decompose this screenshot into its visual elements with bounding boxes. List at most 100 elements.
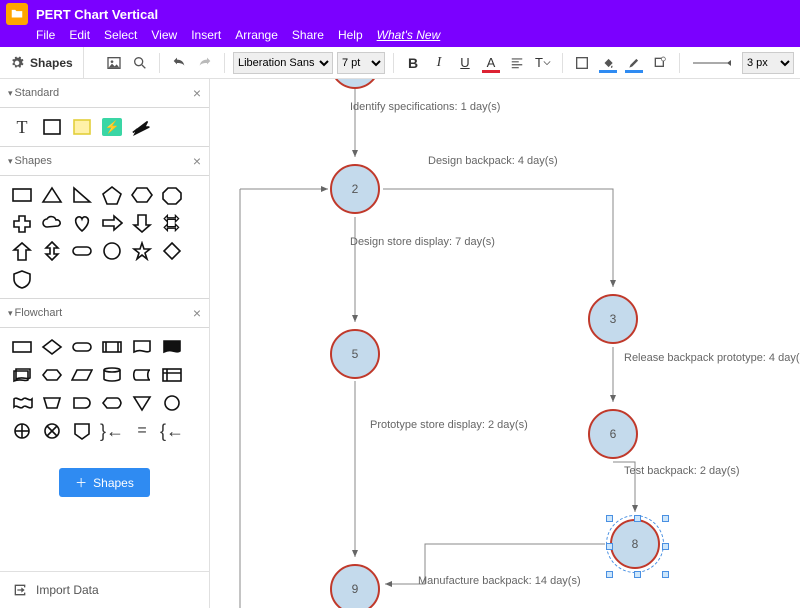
fill-color-button[interactable]: [597, 52, 619, 74]
pert-node-2[interactable]: 2: [330, 164, 380, 214]
selection-handle[interactable]: [662, 543, 669, 550]
shape-octagon[interactable]: [160, 184, 184, 206]
fc-display[interactable]: [100, 392, 124, 414]
pert-node-3[interactable]: 3: [588, 294, 638, 344]
selection-handle[interactable]: [634, 515, 641, 522]
selection-handle[interactable]: [606, 515, 613, 522]
selection-handle[interactable]: [606, 543, 613, 550]
shape-shield[interactable]: [10, 268, 34, 290]
close-icon[interactable]: ×: [193, 85, 201, 101]
menu-what-s-new[interactable]: What's New: [377, 28, 441, 42]
fc-process[interactable]: [10, 336, 34, 358]
font-size-select[interactable]: 7 pt: [337, 52, 385, 74]
menu-arrange[interactable]: Arrange: [235, 28, 278, 42]
more-text-button[interactable]: T: [532, 52, 554, 74]
undo-button[interactable]: [168, 52, 190, 74]
fc-offpage[interactable]: [70, 420, 94, 442]
import-data-button[interactable]: Import Data: [0, 571, 209, 608]
edge-label[interactable]: Release backpack prototype: 4 day(s): [624, 352, 800, 364]
fc-delay[interactable]: [70, 392, 94, 414]
shape-right-triangle[interactable]: [70, 184, 94, 206]
pert-node-8[interactable]: 8: [610, 519, 660, 569]
shape-rect[interactable]: [10, 184, 34, 206]
shape-cross[interactable]: [10, 212, 34, 234]
menu-help[interactable]: Help: [338, 28, 363, 42]
fc-junction[interactable]: [40, 420, 64, 442]
document-title[interactable]: PERT Chart Vertical: [36, 7, 158, 22]
shape-cloud[interactable]: [40, 212, 64, 234]
fc-predefined[interactable]: [100, 336, 124, 358]
shape-heart[interactable]: [70, 212, 94, 234]
fc-tape[interactable]: [10, 392, 34, 414]
selection-handle[interactable]: [606, 571, 613, 578]
menu-share[interactable]: Share: [292, 28, 324, 42]
edge-label[interactable]: Identify specifications: 1 day(s): [350, 101, 500, 113]
fc-database[interactable]: [100, 364, 124, 386]
fc-hexagon[interactable]: [40, 364, 64, 386]
line-style-button[interactable]: [688, 52, 738, 74]
menu-file[interactable]: File: [36, 28, 55, 42]
fc-or[interactable]: [10, 420, 34, 442]
fc-connector[interactable]: [160, 392, 184, 414]
fc-equals[interactable]: =: [130, 420, 154, 442]
underline-button[interactable]: U: [454, 52, 476, 74]
edge-label[interactable]: Manufacture backpack: 14 day(s): [418, 575, 581, 587]
text-color-button[interactable]: A: [480, 52, 502, 74]
line-width-select[interactable]: 3 px: [742, 52, 794, 74]
fc-merge[interactable]: [130, 392, 154, 414]
fc-internal[interactable]: [160, 364, 184, 386]
shape-arrow-right[interactable]: [100, 212, 124, 234]
edge-label[interactable]: Test backpack: 2 day(s): [624, 465, 740, 477]
sticky-shape[interactable]: [70, 116, 94, 138]
text-shape[interactable]: T: [10, 116, 34, 138]
shape-triangle[interactable]: [40, 184, 64, 206]
canvas[interactable]: 2 3 5 6 8 9 Identify specifications: 1 day(s)…: [210, 79, 800, 608]
flash-shape[interactable]: ⚡: [100, 116, 124, 138]
fc-brace-r[interactable]: }←: [100, 420, 124, 442]
panel-header-flowchart[interactable]: ▾Flowchart ×: [0, 299, 209, 328]
menu-insert[interactable]: Insert: [191, 28, 221, 42]
fc-decision[interactable]: [40, 336, 64, 358]
fc-manual[interactable]: [40, 392, 64, 414]
selection-handle[interactable]: [634, 571, 641, 578]
fc-parallelogram[interactable]: [70, 364, 94, 386]
selection-handle[interactable]: [662, 515, 669, 522]
close-icon[interactable]: ×: [193, 153, 201, 169]
edge-label[interactable]: Design store display: 7 day(s): [350, 236, 495, 248]
font-select[interactable]: Liberation Sans: [233, 52, 333, 74]
menu-select[interactable]: Select: [104, 28, 137, 42]
fc-brace-l[interactable]: {←: [160, 420, 184, 442]
redo-button[interactable]: [194, 52, 216, 74]
italic-button[interactable]: I: [428, 52, 450, 74]
fc-multidoc[interactable]: [10, 364, 34, 386]
selection-handle[interactable]: [662, 571, 669, 578]
pert-node-9[interactable]: 9: [330, 564, 380, 608]
border-color-button[interactable]: [571, 52, 593, 74]
more-shapes-button[interactable]: ＋ Shapes: [59, 468, 150, 497]
edge-label[interactable]: Design backpack: 4 day(s): [428, 155, 558, 167]
panel-header-standard[interactable]: ▾Standard ×: [0, 79, 209, 108]
pert-node-6[interactable]: 6: [588, 409, 638, 459]
pert-node-5[interactable]: 5: [330, 329, 380, 379]
fc-stored[interactable]: [130, 364, 154, 386]
arrow-shape[interactable]: [130, 116, 154, 138]
image-button[interactable]: [103, 52, 125, 74]
shape-star[interactable]: [130, 240, 154, 262]
block-shape[interactable]: [40, 116, 64, 138]
line-color-button[interactable]: [623, 52, 645, 74]
bold-button[interactable]: B: [402, 52, 424, 74]
menu-edit[interactable]: Edit: [69, 28, 90, 42]
app-logo[interactable]: [6, 3, 28, 25]
shape-hexagon[interactable]: [130, 184, 154, 206]
shape-circle[interactable]: [100, 240, 124, 262]
shape-pill[interactable]: [70, 240, 94, 262]
shape-arrow-double[interactable]: [160, 212, 184, 234]
menu-view[interactable]: View: [151, 28, 177, 42]
edge-label[interactable]: Prototype store display: 2 day(s): [370, 419, 528, 431]
close-icon[interactable]: ×: [193, 305, 201, 321]
shape-pentagon[interactable]: [100, 184, 124, 206]
align-button[interactable]: [506, 52, 528, 74]
search-button[interactable]: [129, 52, 151, 74]
shape-arrow-updown[interactable]: [40, 240, 64, 262]
panel-header-shapes[interactable]: ▾Shapes ×: [0, 147, 209, 176]
